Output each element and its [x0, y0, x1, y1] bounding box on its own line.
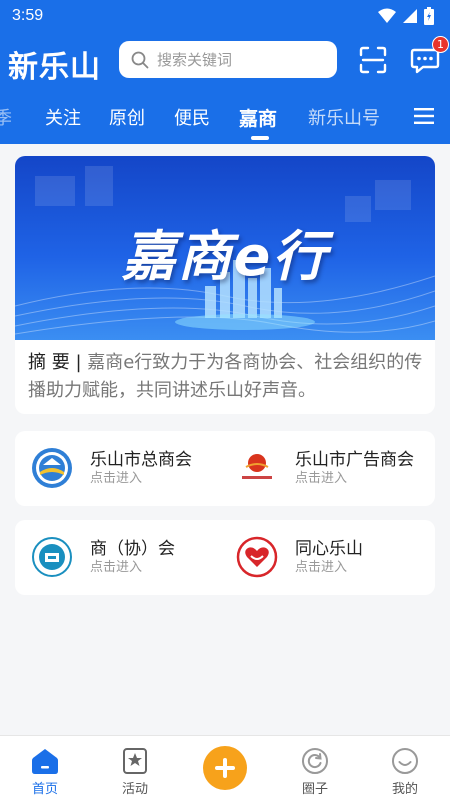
star-card-icon [123, 748, 147, 774]
tongxin-logo [236, 536, 278, 578]
nav-label: 首页 [31, 782, 58, 797]
bottom-nav: 首页 活动 圈子 我的 [0, 735, 450, 800]
entry-chamber-of-commerce[interactable]: 乐山市总商会 点击进入 [15, 431, 220, 506]
signal-icon [403, 9, 417, 23]
tab-original[interactable]: 原创 [109, 104, 145, 130]
nav-activity[interactable]: 活动 [90, 736, 180, 800]
entry-sub: 点击进入 [295, 471, 348, 486]
menu-icon[interactable] [414, 108, 434, 124]
entry-advertising-chamber[interactable]: 乐山市广告商会 点击进入 [220, 431, 425, 506]
advertising-chamber-logo [242, 454, 272, 479]
tab-xinleshan-hao[interactable]: 新乐山号 [308, 104, 380, 130]
search-input[interactable]: 搜索关键词 [119, 41, 337, 78]
home-icon [32, 749, 58, 774]
nav-home[interactable]: 首页 [0, 736, 90, 800]
battery-icon [424, 7, 434, 25]
nav-circle[interactable]: 圈子 [270, 736, 360, 800]
channel-tabs: 季 关注 原创 便民 嘉商 新乐山号 [0, 88, 450, 144]
nav-label: 圈子 [301, 782, 328, 797]
banner-card[interactable]: 嘉商e行 摘 要 | 嘉商e行致力于为各商协会、社会组织的传播助力赋能，共同讲述… [15, 156, 435, 414]
app-logo: 新乐山 [8, 50, 101, 85]
search-icon [131, 51, 149, 68]
app-header: 新乐山 搜索关键词 1 [0, 32, 450, 88]
status-time: 3:59 [12, 7, 44, 24]
banner-summary: 摘 要 | 嘉商e行致力于为各商协会、社会组织的传播助力赋能，共同讲述乐山好声音… [28, 349, 426, 405]
plus-icon [215, 758, 235, 778]
summary-label: 摘 要 | [28, 352, 82, 373]
banner-title: 嘉商e行 [121, 225, 329, 288]
tab-follow[interactable]: 关注 [45, 104, 81, 130]
nav-mine[interactable]: 我的 [360, 736, 450, 800]
status-icons [378, 7, 434, 25]
entry-row-1: 乐山市总商会 点击进入 乐山市广告商会 点击进入 [15, 431, 435, 506]
entry-row-2: 商（协）会 点击进入 同心乐山 点击进入 [15, 520, 435, 595]
tab-indicator [251, 136, 269, 140]
tab-jiashang[interactable]: 嘉商 [239, 104, 277, 131]
tab-partial[interactable]: 季 [0, 104, 12, 130]
scan-icon[interactable] [358, 45, 388, 75]
refresh-circle-icon [302, 748, 328, 774]
message-badge: 1 [432, 36, 449, 53]
summary-text: 嘉商e行致力于为各商协会、社会组织的传播助力赋能，共同讲述乐山好声音。 [28, 352, 423, 401]
entry-sub: 点击进入 [295, 560, 348, 575]
nav-label: 我的 [391, 782, 418, 797]
entry-sub: 点击进入 [90, 560, 143, 575]
association-logo [32, 537, 72, 577]
smile-icon [392, 748, 418, 774]
entry-associations[interactable]: 商（协）会 点击进入 [15, 520, 220, 595]
entry-sub: 点击进入 [90, 471, 143, 486]
status-bar: 3:59 [0, 0, 450, 32]
publish-button[interactable] [203, 746, 247, 790]
search-placeholder: 搜索关键词 [157, 51, 233, 69]
entry-tongxin-leshan[interactable]: 同心乐山 点击进入 [220, 520, 425, 595]
nav-label: 活动 [121, 782, 148, 797]
wifi-icon [378, 8, 396, 23]
banner-image: 嘉商e行 [15, 156, 435, 340]
chamber-of-commerce-logo [32, 448, 72, 488]
tab-convenience[interactable]: 便民 [174, 104, 210, 130]
